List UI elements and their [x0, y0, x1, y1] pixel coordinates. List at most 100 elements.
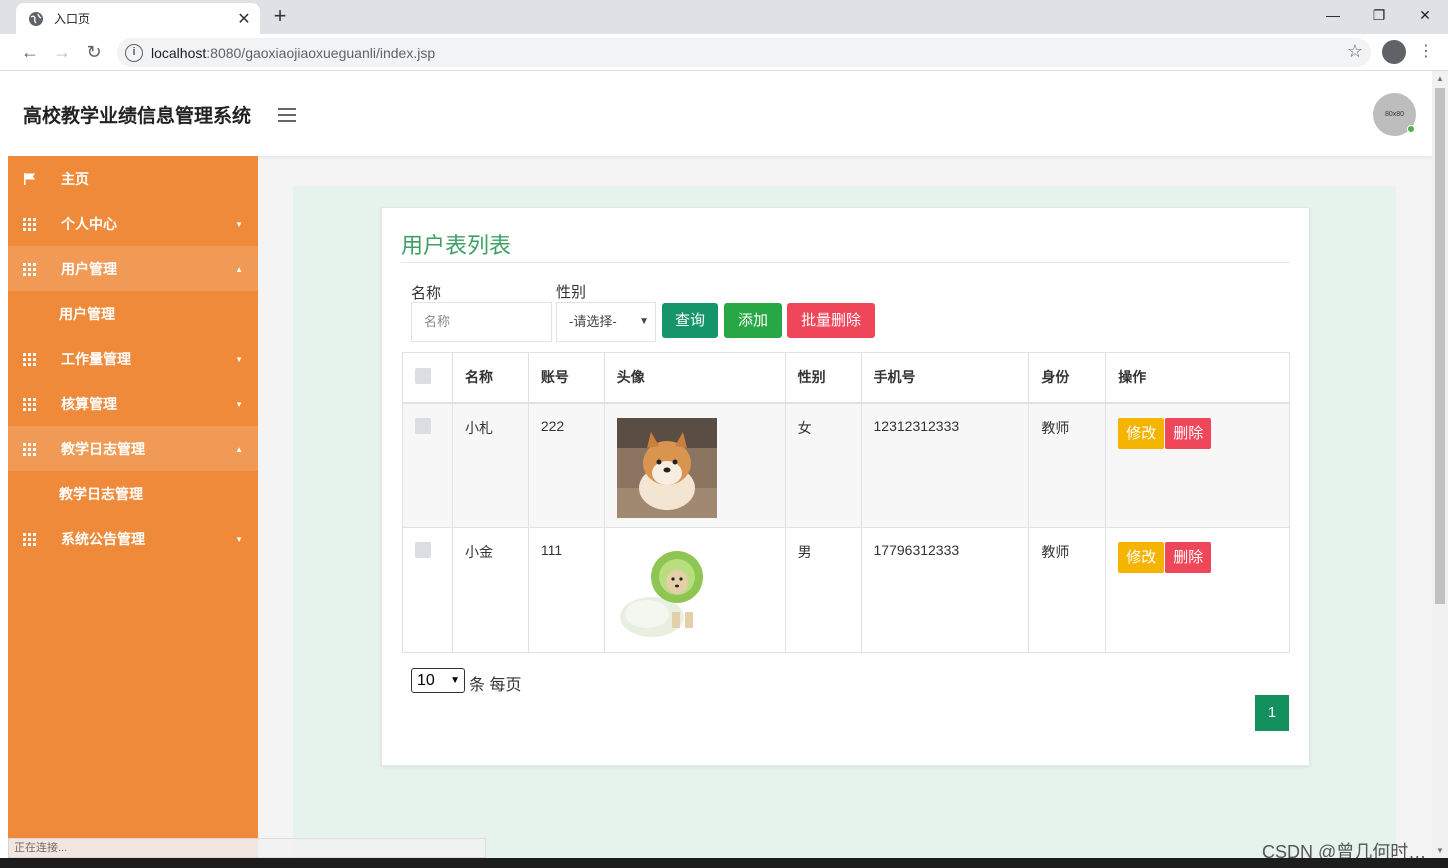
column-header: 名称	[451, 352, 529, 404]
profile-avatar-icon[interactable]	[1382, 40, 1406, 64]
forward-arrow-icon[interactable]: →	[50, 40, 74, 64]
cell-name: 小札	[451, 402, 529, 528]
grid-icon	[23, 217, 36, 231]
page-size-value: 10	[417, 672, 435, 689]
scroll-up-icon[interactable]: ▲	[1436, 74, 1444, 83]
url-input[interactable]: i localhost:8080/gaoxiaojiaoxueguanli/in…	[117, 38, 1371, 67]
sidebar-item-teaching-log[interactable]: 教学日志管理 ▲	[8, 426, 258, 471]
restore-button[interactable]: ❐	[1356, 0, 1402, 30]
chevron-down-icon: ▼	[235, 220, 243, 229]
grid-icon	[23, 442, 36, 456]
sidebar-subitem-user-management[interactable]: 用户管理	[8, 291, 258, 336]
window-close-button[interactable]: ✕	[1402, 0, 1448, 30]
sidebar-item-accounting[interactable]: 核算管理 ▼	[8, 381, 258, 426]
gender-select[interactable]: -请选择- ▼	[556, 302, 656, 342]
edit-button[interactable]: 修改	[1118, 542, 1165, 573]
page-size-select[interactable]: 10 ▼	[411, 668, 465, 693]
os-taskbar	[0, 858, 1448, 868]
query-button[interactable]: 查询	[662, 303, 718, 338]
grid-icon	[23, 532, 36, 546]
name-search-input[interactable]: 名称	[411, 302, 552, 342]
column-header: 账号	[527, 352, 605, 404]
sidebar-item-label: 工作量管理	[61, 350, 131, 367]
row-select-cell	[402, 402, 453, 528]
per-page-label: 条 每页	[469, 677, 522, 694]
tab-close-icon[interactable]: ✕	[232, 9, 256, 29]
row-checkbox[interactable]	[415, 542, 431, 558]
cell-phone: 17796312333	[860, 527, 1030, 653]
chevron-down-icon: ▼	[450, 675, 460, 686]
grid-icon	[23, 397, 36, 411]
page-button-current[interactable]: 1	[1255, 695, 1289, 731]
back-arrow-icon[interactable]: ←	[18, 40, 42, 64]
browser-menu-icon[interactable]: ⋮	[1418, 40, 1434, 64]
batch-delete-button[interactable]: 批量删除	[787, 303, 875, 338]
sidebar-item-label: 教学日志管理	[61, 440, 145, 457]
browser-status-text: 正在连接...	[8, 838, 486, 858]
chevron-down-icon: ▼	[235, 355, 243, 364]
new-tab-button[interactable]: +	[268, 4, 292, 28]
cell-account: 111	[527, 527, 605, 653]
edit-button[interactable]: 修改	[1118, 417, 1165, 449]
user-list-card: 用户表列表 名称 名称 性别 -请选择- ▼ 查询 添加 批量删除 名称 账号 …	[381, 207, 1310, 766]
site-title: 高校教学业绩信息管理系统	[23, 106, 252, 127]
sidebar: 主页 个人中心 ▼ 用户管理 ▲ 用户管理 工作量管理 ▼ 核算管理 ▼ 教学日…	[8, 156, 258, 861]
chevron-up-icon: ▲	[235, 265, 243, 274]
app-header: 高校教学业绩信息管理系统 80x80	[8, 71, 1432, 156]
url-host: localhost	[151, 44, 207, 61]
cell-actions: 修改 删除	[1105, 402, 1290, 528]
site-info-icon[interactable]: i	[125, 43, 143, 62]
browser-tab-strip: 入口页 ✕ + — ❐ ✕	[0, 0, 1448, 34]
column-header: 操作	[1105, 352, 1290, 404]
row-select-cell	[402, 527, 453, 653]
table-row: 小金 111 男 17796312333 教师 修改 删除	[402, 527, 1290, 653]
cell-account: 222	[527, 402, 605, 528]
reload-icon[interactable]: ↻	[82, 40, 106, 64]
cell-gender: 男	[784, 527, 862, 653]
minimize-button[interactable]: —	[1310, 0, 1356, 30]
table-header-row: 名称 账号 头像 性别 手机号 身份 操作	[402, 352, 1290, 404]
cell-role: 教师	[1028, 402, 1107, 528]
sidebar-item-workload[interactable]: 工作量管理 ▼	[8, 336, 258, 381]
online-status-dot	[1407, 125, 1415, 133]
cell-name: 小金	[451, 527, 529, 653]
name-label: 名称	[411, 285, 442, 302]
chevron-down-icon: ▼	[639, 316, 649, 327]
scroll-down-icon[interactable]: ▼	[1436, 846, 1444, 855]
url-path: :8080/gaoxiaojiaoxueguanli/index.jsp	[206, 44, 436, 61]
browser-tab[interactable]: 入口页 ✕	[16, 3, 260, 34]
chevron-down-icon: ▼	[235, 535, 243, 544]
sidebar-item-label: 主页	[61, 170, 89, 187]
column-header: 头像	[603, 352, 786, 404]
sidebar-item-personal-center[interactable]: 个人中心 ▼	[8, 201, 258, 246]
row-checkbox[interactable]	[415, 417, 431, 434]
bookmark-star-icon[interactable]: ☆	[1347, 41, 1363, 62]
gender-label: 性别	[556, 284, 587, 301]
sidebar-subitem-teaching-log[interactable]: 教学日志管理	[8, 471, 258, 516]
sidebar-item-announcements[interactable]: 系统公告管理 ▼	[8, 516, 258, 561]
cell-gender: 女	[784, 402, 862, 528]
sidebar-item-home[interactable]: 主页	[8, 156, 258, 201]
cabbage-dog-photo	[616, 542, 717, 642]
sidebar-item-user-management[interactable]: 用户管理 ▲	[8, 246, 258, 291]
delete-button[interactable]: 删除	[1165, 417, 1212, 449]
address-bar-row: ← → ↻ i localhost:8080/gaoxiaojiaoxuegua…	[0, 34, 1448, 71]
page-title: 用户表列表	[401, 233, 512, 258]
add-button[interactable]: 添加	[724, 303, 782, 338]
scrollbar-thumb[interactable]	[1435, 88, 1445, 604]
select-all-checkbox[interactable]	[415, 367, 431, 384]
select-all-cell	[402, 352, 453, 404]
column-header: 身份	[1028, 352, 1107, 404]
url-text: localhost:8080/gaoxiaojiaoxueguanli/inde…	[151, 45, 435, 61]
cell-phone: 12312312333	[860, 402, 1030, 528]
delete-button[interactable]: 删除	[1165, 542, 1212, 573]
hamburger-menu-icon[interactable]	[278, 108, 296, 122]
grid-icon	[23, 352, 36, 366]
table-row: 小札 222 女 12312312333 教师 修改 删除	[402, 402, 1290, 528]
gender-select-value: -请选择-	[569, 314, 617, 329]
shiba-dog-photo	[616, 417, 717, 518]
grid-icon	[23, 262, 36, 276]
column-header: 手机号	[860, 352, 1030, 404]
tab-title: 入口页	[54, 12, 91, 26]
cell-actions: 修改 删除	[1105, 527, 1290, 653]
